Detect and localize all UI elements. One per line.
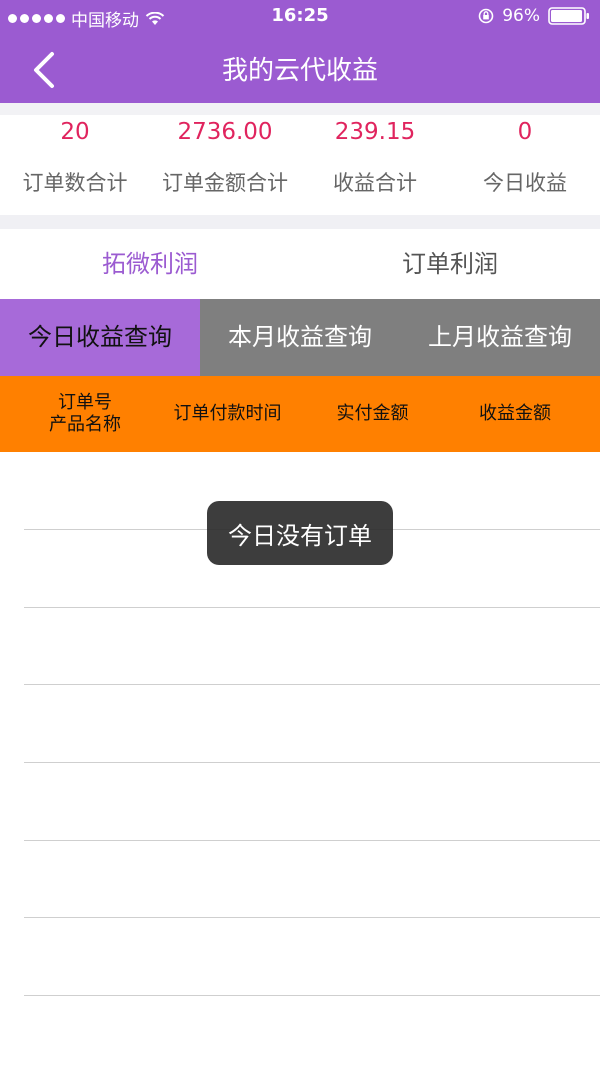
nav-header: 中国移动 16:25 96% 我的云代收益	[0, 0, 600, 103]
stat-value: 0	[517, 119, 533, 145]
page-title: 我的云代收益	[221, 56, 378, 86]
stat-value: 2736.00	[177, 119, 273, 145]
period-tabs: 今日收益查询 本月收益查询 上月收益查询	[0, 299, 600, 376]
stat-order-count: 20 订单数合计	[0, 115, 150, 197]
toast-message: 今日没有订单	[207, 501, 393, 565]
tab-month-query[interactable]: 本月收益查询	[200, 299, 400, 376]
column-header-product-name: 产品名称	[49, 414, 121, 435]
column-header-paid-amount: 实付金额	[305, 376, 440, 452]
row-divider	[24, 684, 600, 685]
profit-type-tabs: 拓微利润 订单利润	[0, 229, 600, 299]
stat-label: 收益合计	[333, 171, 417, 195]
row-divider	[24, 995, 600, 996]
battery-icon	[548, 7, 589, 25]
status-right: 96%	[478, 6, 590, 26]
stat-label: 订单金额合计	[162, 171, 288, 195]
tab-last-month-query[interactable]: 上月收益查询	[400, 299, 600, 376]
stat-order-amount: 2736.00 订单金额合计	[150, 115, 300, 197]
stat-value: 239.15	[334, 119, 416, 145]
tab-today-query[interactable]: 今日收益查询	[0, 299, 200, 376]
column-header-label: 订单付款时间	[173, 403, 282, 424]
tab-tuowei-profit[interactable]: 拓微利润	[0, 229, 300, 299]
row-divider	[24, 840, 600, 841]
tab-order-profit[interactable]: 订单利润	[300, 229, 600, 299]
stat-value: 20	[60, 119, 90, 145]
section-divider	[0, 215, 600, 229]
stat-today-earnings: 0 今日收益	[450, 115, 600, 197]
stat-label: 订单数合计	[22, 171, 128, 195]
battery-percent: 96%	[502, 6, 540, 26]
status-bar: 中国移动 16:25 96%	[0, 0, 600, 34]
column-header-earnings: 收益金额	[445, 376, 585, 452]
column-header-pay-time: 订单付款时间	[155, 376, 300, 452]
app-screen: 中国移动 16:25 96% 我的云代收益 20 订单数合计 2736.00 订…	[0, 0, 600, 1067]
table-header: 订单号 产品名称 订单付款时间 实付金额 收益金额	[0, 376, 600, 452]
stat-label: 今日收益	[483, 171, 567, 195]
row-divider	[24, 917, 600, 918]
column-header-label: 收益金额	[479, 403, 551, 424]
summary-stats: 20 订单数合计 2736.00 订单金额合计 239.15 收益合计 0 今日…	[0, 103, 600, 215]
column-header-order-no: 订单号	[58, 392, 112, 413]
row-divider	[24, 762, 600, 763]
row-divider	[24, 607, 600, 608]
column-header-label: 实付金额	[336, 403, 409, 424]
stat-total-earnings: 239.15 收益合计	[300, 115, 450, 197]
rotation-lock-icon	[478, 8, 494, 24]
column-header-order: 订单号 产品名称	[20, 376, 150, 452]
